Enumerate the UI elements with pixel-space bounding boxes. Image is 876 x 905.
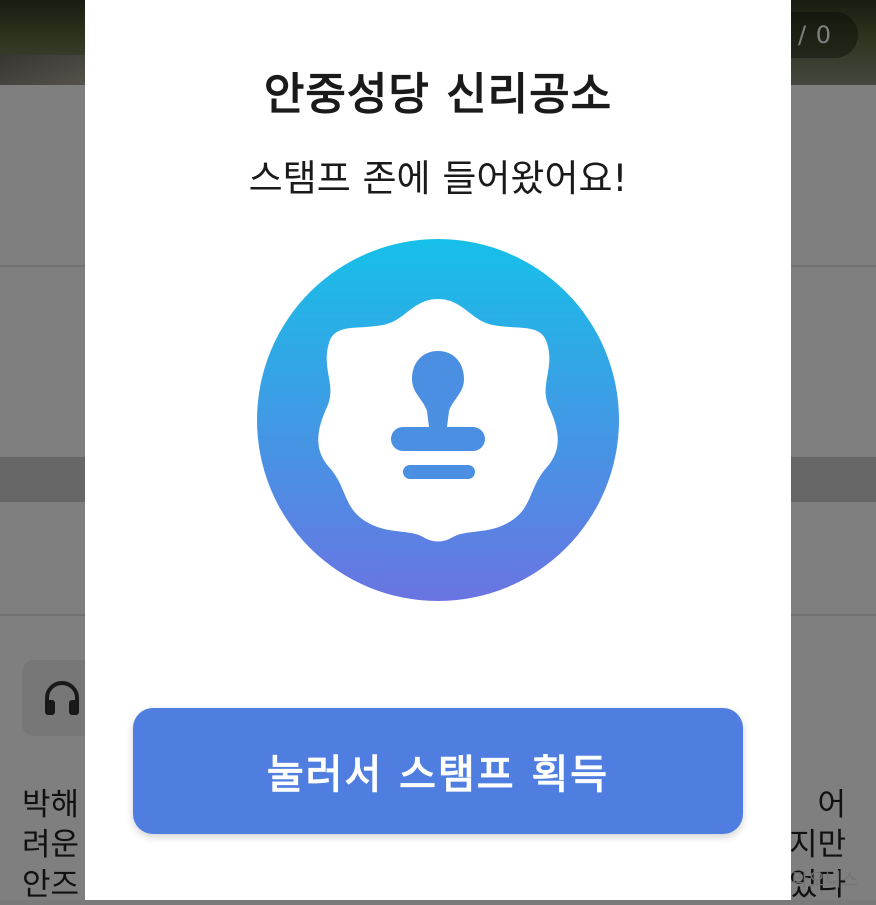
modal-title: 안중성당 신리공소 xyxy=(263,69,613,120)
modal-subtitle: 스탬프 존에 들어왔어요! xyxy=(248,157,628,200)
get-stamp-button[interactable]: 눌러서 스탬프 획득 xyxy=(133,708,743,834)
stamp-icon xyxy=(257,239,619,601)
stamp-zone-modal: 안중성당 신리공소 스탬프 존에 들어왔어요! 눌러서 스탬프 획득 xyxy=(85,0,791,900)
